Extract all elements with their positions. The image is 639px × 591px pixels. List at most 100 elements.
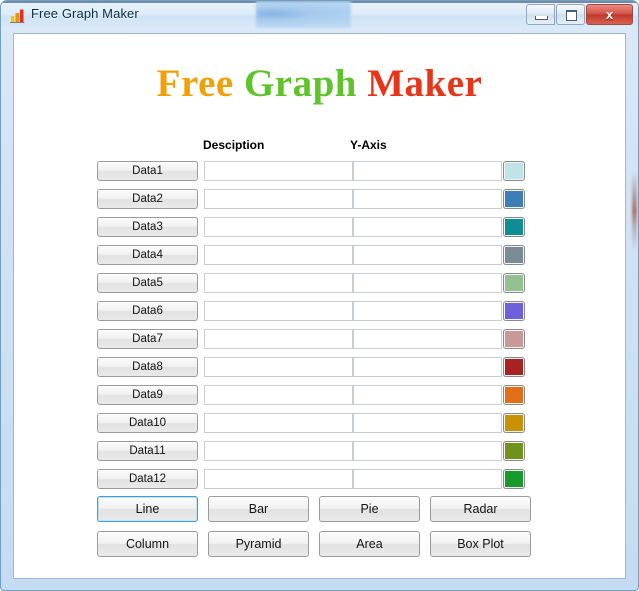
yaxis-input-10[interactable] <box>353 413 502 433</box>
data-button-5[interactable]: Data5 <box>97 273 198 293</box>
table-row: Data6 <box>14 299 625 327</box>
data-button-4[interactable]: Data4 <box>97 245 198 265</box>
color-swatch-fill-12 <box>505 471 523 487</box>
close-icon: x <box>605 7 614 22</box>
yaxis-input-3[interactable] <box>353 217 502 237</box>
table-row: Data3 <box>14 215 625 243</box>
color-swatch-3[interactable] <box>503 217 525 237</box>
table-row: Data4 <box>14 243 625 271</box>
yaxis-input-2[interactable] <box>353 189 502 209</box>
table-row: Data11 <box>14 439 625 467</box>
description-input-6[interactable] <box>204 301 353 321</box>
color-swatch-5[interactable] <box>503 273 525 293</box>
data-button-2[interactable]: Data2 <box>97 189 198 209</box>
color-swatch-fill-10 <box>505 415 523 431</box>
minimize-button[interactable] <box>526 4 555 25</box>
color-swatch-8[interactable] <box>503 357 525 377</box>
color-swatch-fill-7 <box>505 331 523 347</box>
description-input-3[interactable] <box>204 217 353 237</box>
color-swatch-fill-9 <box>505 387 523 403</box>
description-input-8[interactable] <box>204 357 353 377</box>
data-button-6[interactable]: Data6 <box>97 301 198 321</box>
chart-type-button-area[interactable]: Area <box>319 531 420 557</box>
description-input-5[interactable] <box>204 273 353 293</box>
right-edge-artifact <box>632 171 637 251</box>
maximize-button[interactable] <box>556 4 585 25</box>
yaxis-input-9[interactable] <box>353 385 502 405</box>
chart-type-button-column[interactable]: Column <box>97 531 198 557</box>
color-swatch-11[interactable] <box>503 441 525 461</box>
yaxis-input-5[interactable] <box>353 273 502 293</box>
table-row: Data9 <box>14 383 625 411</box>
data-button-10[interactable]: Data10 <box>97 413 198 433</box>
yaxis-input-11[interactable] <box>353 441 502 461</box>
table-row: Data1 <box>14 159 625 187</box>
description-input-11[interactable] <box>204 441 353 461</box>
color-swatch-12[interactable] <box>503 469 525 489</box>
minimize-icon <box>535 16 548 20</box>
description-input-4[interactable] <box>204 245 353 265</box>
yaxis-input-1[interactable] <box>353 161 502 181</box>
chart-type-button-pie[interactable]: Pie <box>319 496 420 522</box>
page-title: Free Graph Maker <box>14 61 625 106</box>
color-swatch-fill-1 <box>505 163 523 179</box>
column-header-yaxis: Y-Axis <box>350 138 387 152</box>
color-swatch-fill-2 <box>505 191 523 207</box>
color-swatch-fill-5 <box>505 275 523 291</box>
table-row: Data8 <box>14 355 625 383</box>
color-swatch-7[interactable] <box>503 329 525 349</box>
yaxis-input-7[interactable] <box>353 329 502 349</box>
application-window: Free Graph Maker x Free Graph Maker Desc… <box>0 0 639 591</box>
color-swatch-fill-8 <box>505 359 523 375</box>
column-header-description: Desciption <box>203 138 265 152</box>
table-row: Data12 <box>14 467 625 495</box>
yaxis-input-6[interactable] <box>353 301 502 321</box>
color-swatch-4[interactable] <box>503 245 525 265</box>
data-button-12[interactable]: Data12 <box>97 469 198 489</box>
color-swatch-fill-11 <box>505 443 523 459</box>
color-swatch-9[interactable] <box>503 385 525 405</box>
data-rows: Data1 Data2 Data3 Data4 Data5 Data6 Data7 Data8… <box>14 159 625 495</box>
description-input-12[interactable] <box>204 469 353 489</box>
window-controls: x <box>526 4 633 25</box>
data-button-8[interactable]: Data8 <box>97 357 198 377</box>
data-button-7[interactable]: Data7 <box>97 329 198 349</box>
page-title-word-maker: Maker <box>367 62 483 105</box>
client-area: Free Graph Maker Desciption Y-Axis Data1… <box>13 33 626 579</box>
window-title: Free Graph Maker <box>31 6 139 21</box>
yaxis-input-4[interactable] <box>353 245 502 265</box>
data-button-3[interactable]: Data3 <box>97 217 198 237</box>
chart-type-button-box-plot[interactable]: Box Plot <box>430 531 531 557</box>
color-swatch-fill-4 <box>505 247 523 263</box>
chart-type-button-bar[interactable]: Bar <box>208 496 309 522</box>
table-row: Data2 <box>14 187 625 215</box>
data-button-11[interactable]: Data11 <box>97 441 198 461</box>
description-input-7[interactable] <box>204 329 353 349</box>
color-swatch-6[interactable] <box>503 301 525 321</box>
yaxis-input-8[interactable] <box>353 357 502 377</box>
data-button-1[interactable]: Data1 <box>97 161 198 181</box>
title-bar-highlight-artifact <box>256 1 351 28</box>
close-button[interactable]: x <box>586 4 633 25</box>
table-row: Data10 <box>14 411 625 439</box>
chart-type-button-line[interactable]: Line <box>97 496 198 522</box>
title-bar[interactable]: Free Graph Maker x <box>1 1 638 30</box>
color-swatch-10[interactable] <box>503 413 525 433</box>
color-swatch-fill-3 <box>505 219 523 235</box>
page-title-word-graph: Graph <box>243 62 357 105</box>
yaxis-input-12[interactable] <box>353 469 502 489</box>
color-swatch-fill-6 <box>505 303 523 319</box>
description-input-1[interactable] <box>204 161 353 181</box>
table-row: Data7 <box>14 327 625 355</box>
color-swatch-1[interactable] <box>503 161 525 181</box>
chart-type-button-radar[interactable]: Radar <box>430 496 531 522</box>
description-input-9[interactable] <box>204 385 353 405</box>
description-input-10[interactable] <box>204 413 353 433</box>
chart-type-button-pyramid[interactable]: Pyramid <box>208 531 309 557</box>
color-swatch-2[interactable] <box>503 189 525 209</box>
data-button-9[interactable]: Data9 <box>97 385 198 405</box>
page-title-word-free: Free <box>156 62 234 105</box>
maximize-icon <box>566 10 577 21</box>
bar-chart-icon <box>9 7 26 24</box>
description-input-2[interactable] <box>204 189 353 209</box>
